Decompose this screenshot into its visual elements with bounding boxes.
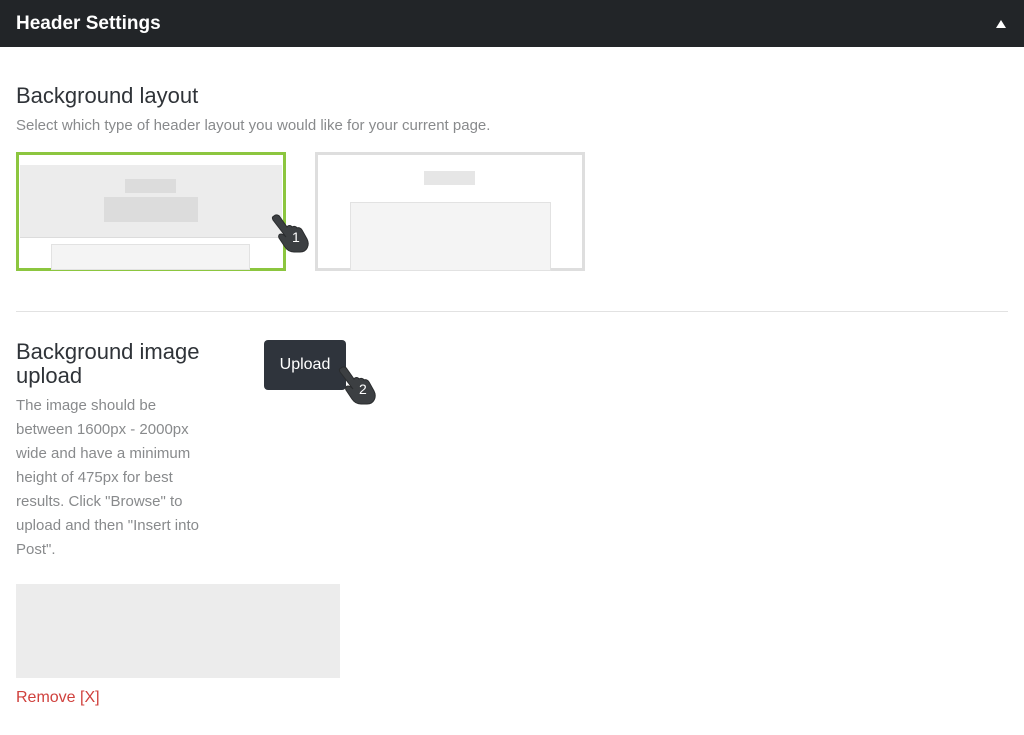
layout-preview-title-block	[125, 179, 176, 193]
background-image-upload-heading-line2: upload	[16, 363, 83, 388]
background-layout-description: Select which type of header layout you w…	[16, 117, 491, 134]
upload-button[interactable]: Upload	[264, 340, 346, 390]
pointing-hand-icon: 1	[271, 214, 309, 253]
background-image-upload-heading-line1: Background image	[16, 339, 200, 364]
header-settings-panel: Header Settings Background layout Select…	[0, 0, 1024, 735]
layout-preview-subtitle-block	[104, 197, 198, 222]
layout-option-full-width[interactable]	[16, 152, 286, 271]
panel-title: Header Settings	[16, 13, 161, 34]
upload-description-line: Post".	[16, 541, 56, 558]
step-1-annotation: 1	[270, 210, 314, 254]
section-divider	[16, 311, 1008, 312]
panel-header-bar: Header Settings	[0, 0, 1024, 47]
background-image-preview	[16, 584, 340, 678]
layout-preview-content-block	[51, 244, 250, 270]
pointing-hand-icon: 2	[338, 366, 376, 405]
layout-preview-title-block	[424, 171, 475, 185]
upload-description-line: between 1600px - 2000px	[16, 421, 189, 438]
upload-description-line: results. Click "Browse" to	[16, 493, 183, 510]
collapse-triangle-icon[interactable]	[989, 11, 1013, 35]
step-1-number: 1	[292, 229, 300, 245]
layout-option-boxed[interactable]	[315, 152, 585, 271]
step-2-number: 2	[359, 381, 367, 397]
layout-preview-content-block	[350, 202, 551, 271]
background-layout-heading: Background layout	[16, 83, 199, 108]
upload-description-line: wide and have a minimum	[16, 445, 191, 462]
upload-description-line: height of 475px for best	[16, 469, 173, 486]
upload-description-line: upload and then "Insert into	[16, 517, 199, 534]
upload-description-line: The image should be	[16, 397, 157, 414]
remove-image-link[interactable]: Remove [X]	[16, 686, 100, 710]
step-2-annotation: 2	[337, 362, 381, 406]
